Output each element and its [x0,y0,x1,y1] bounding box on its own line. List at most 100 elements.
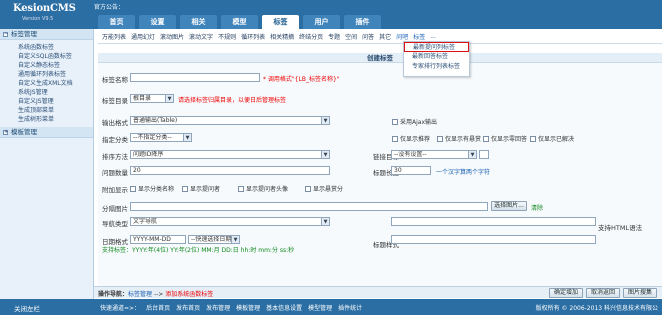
recommend-checkbox[interactable]: 仅显示推荐 [392,134,430,143]
image-collect-button[interactable]: 图片搜集 [623,288,657,298]
menu-item-latest-questions[interactable]: 最新提问列标签 [404,42,469,52]
close-left-panel-button[interactable]: 关闭左栏 [14,303,40,313]
separator-image-input[interactable] [130,202,488,211]
ajax-label: 采用Ajax输出 [400,119,437,126]
solved-label: 仅显示已解决 [538,136,575,143]
checkbox-box [530,136,536,142]
extra-display-label: 附加显示 [102,186,128,194]
collapse-icon[interactable]: − [3,32,8,37]
confirm-add-button[interactable]: 确定增加 [549,288,583,298]
tag-dir-select[interactable]: 根目录 ▼ [130,94,174,103]
reward-checkbox[interactable]: 仅显示有悬赏 [437,134,481,143]
sidebar-item-system-js[interactable]: 系统JS管理 [0,88,93,97]
quick-link-basic-settings[interactable]: 基本信息设置 [266,303,302,312]
show-reward-checkbox[interactable]: 显示悬赏分 [305,184,343,193]
breadcrumb-item-tag-management[interactable]: 标签管理 [128,291,152,298]
show-asker-checkbox[interactable]: 显示提问者 [182,184,220,193]
title-style-input[interactable] [391,235,596,244]
quick-link-admin-home[interactable]: 后台首页 [146,303,170,312]
breadcrumb-prefix: 操作导航： [98,291,129,298]
quick-link-publish-home[interactable]: 发布首页 [176,303,200,312]
tag-name-input[interactable] [130,73,260,82]
toolbar-item-paging[interactable]: 终结分页 [299,32,323,41]
tag-toolbar: 万能列表 通用幻灯 滚动图片 滚动文字 不规则 循环列表 相关精摘 终结分页 专… [98,30,662,44]
tab-models[interactable]: 模型 [221,15,258,29]
tab-related[interactable]: 相关 [180,15,217,29]
menu-item-latest-answers[interactable]: 最新回答标签 [404,52,469,62]
sidebar-section-templates[interactable]: + 模板管理 [0,127,93,138]
expand-icon[interactable]: + [3,130,8,135]
toolbar-item-irregular[interactable]: 不规则 [218,32,236,41]
form-title: 创建标签 [98,53,662,63]
quick-link-model-manage[interactable]: 模型管理 [308,303,332,312]
sidebar-item-xml-docs[interactable]: 自定义生成XML文档 [0,79,93,88]
create-tag-form: 创建标签 标签名称 * 调用格式"{LB_标签名称}" 标签目录 根目录 ▼ 请选… [98,53,662,286]
count-input[interactable]: 20 [130,166,330,175]
show-avatar-checkbox[interactable]: 显示提问者头像 [238,184,288,193]
tab-plugins[interactable]: 插件 [344,15,381,29]
sort-value: 问题ID降序 [133,151,164,158]
output-select[interactable]: 普通输出(Table) ▼ [130,116,330,125]
link-target-select[interactable]: --没有设置-- ▼ [391,150,477,159]
sidebar-section-tags[interactable]: − 标签管理 [0,29,93,40]
toolbar-item-universal-list[interactable]: 万能列表 [102,32,126,41]
tag-dir-label: 标签目录 [102,97,128,105]
toolbar-item-ask[interactable]: 问吧 [396,32,408,41]
quick-link-plugin-stats[interactable]: 插件统计 [338,303,362,312]
date-quick-select[interactable]: --快速选择日期-- ▼ [188,235,240,244]
checkbox-box [437,136,443,142]
toolbar-item-slideshow[interactable]: 通用幻灯 [131,32,155,41]
link-target-input[interactable] [479,150,489,159]
chevron-down-icon: ▼ [183,134,191,141]
sidebar-item-static-tags[interactable]: 自定义静态标签 [0,61,93,70]
show-avatar-label: 显示提问者头像 [246,186,289,193]
sidebar-section-label: 标签管理 [11,30,37,38]
cancel-return-button[interactable]: 取消返回 [586,288,620,298]
zero-answer-checkbox[interactable]: 仅显示零回答 [483,134,527,143]
toolbar-item-related[interactable]: 相关精摘 [270,32,294,41]
sidebar-item-custom-js[interactable]: 自定义JS管理 [0,97,93,106]
nav-type-value: 文字导航 [133,218,158,225]
category-select[interactable]: --不指定分类-- ▼ [130,133,192,142]
sort-select[interactable]: 问题ID降序 ▼ [130,150,330,159]
app-version: Version V9.5 [22,16,54,22]
toolbar-item-scroll-images[interactable]: 滚动图片 [160,32,184,41]
html-support-label: 支持HTML语法 [598,224,643,232]
clear-link[interactable]: 清除 [531,203,543,212]
logo: KesionCMS Version V9.5 [0,0,94,29]
chevron-down-icon: ▼ [321,117,329,124]
sidebar-item-tree-menu[interactable]: 生成树形菜单 [0,115,93,124]
toolbar-item-special[interactable]: 专题 [328,32,340,41]
sidebar-item-top-menu[interactable]: 生成顶部菜单 [0,106,93,115]
app-name: KesionCMS [13,3,76,14]
toolbar-item-qa[interactable]: 问答 [362,32,374,41]
sidebar-item-sql-tags[interactable]: 自定义SQL函数标签 [0,52,93,61]
toolbar-item-space[interactable]: 空间 [345,32,357,41]
toolbar-item-loop-list[interactable]: 循环列表 [241,32,265,41]
title-length-input[interactable]: 30 [391,166,431,175]
show-category-checkbox[interactable]: 显示分类名称 [130,184,174,193]
category-label: 指定分类 [102,136,128,144]
menu-item-expert-ranking[interactable]: 专家排行列表标签 [404,62,469,72]
sidebar-item-loop-list-tags[interactable]: 通用循环列表标签 [0,70,93,79]
show-category-label: 显示分类名称 [138,186,175,193]
breadcrumb-item-add-tag: 添加系统函数标签 [165,291,214,298]
ajax-checkbox[interactable]: 采用Ajax输出 [392,117,437,126]
sidebar-item-system-function-tags[interactable]: 系统函数标签 [0,43,93,52]
toolbar-item-tags[interactable]: 标签 [413,32,425,41]
tab-users[interactable]: 用户 [303,15,340,29]
select-image-button[interactable]: 选择图片... [491,201,527,211]
toolbar-item-scroll-text[interactable]: 滚动文字 [189,32,213,41]
nav-text-input[interactable] [391,217,596,226]
date-format-input[interactable]: YYYY-MM-DD [130,235,186,244]
nav-type-select[interactable]: 文字导航 ▼ [130,217,330,226]
toolbar-item-other[interactable]: 其它 [379,32,391,41]
tab-settings[interactable]: 设置 [139,15,176,29]
toolbar-item-more[interactable]: ... [430,33,436,40]
quick-link-publish-manage[interactable]: 发布管理 [206,303,230,312]
tab-home[interactable]: 首页 [98,15,135,29]
checkbox-box [182,186,188,192]
tab-tags[interactable]: 标签 [262,15,299,29]
quick-link-template-manage[interactable]: 模板管理 [236,303,260,312]
solved-checkbox[interactable]: 仅显示已解决 [530,134,574,143]
